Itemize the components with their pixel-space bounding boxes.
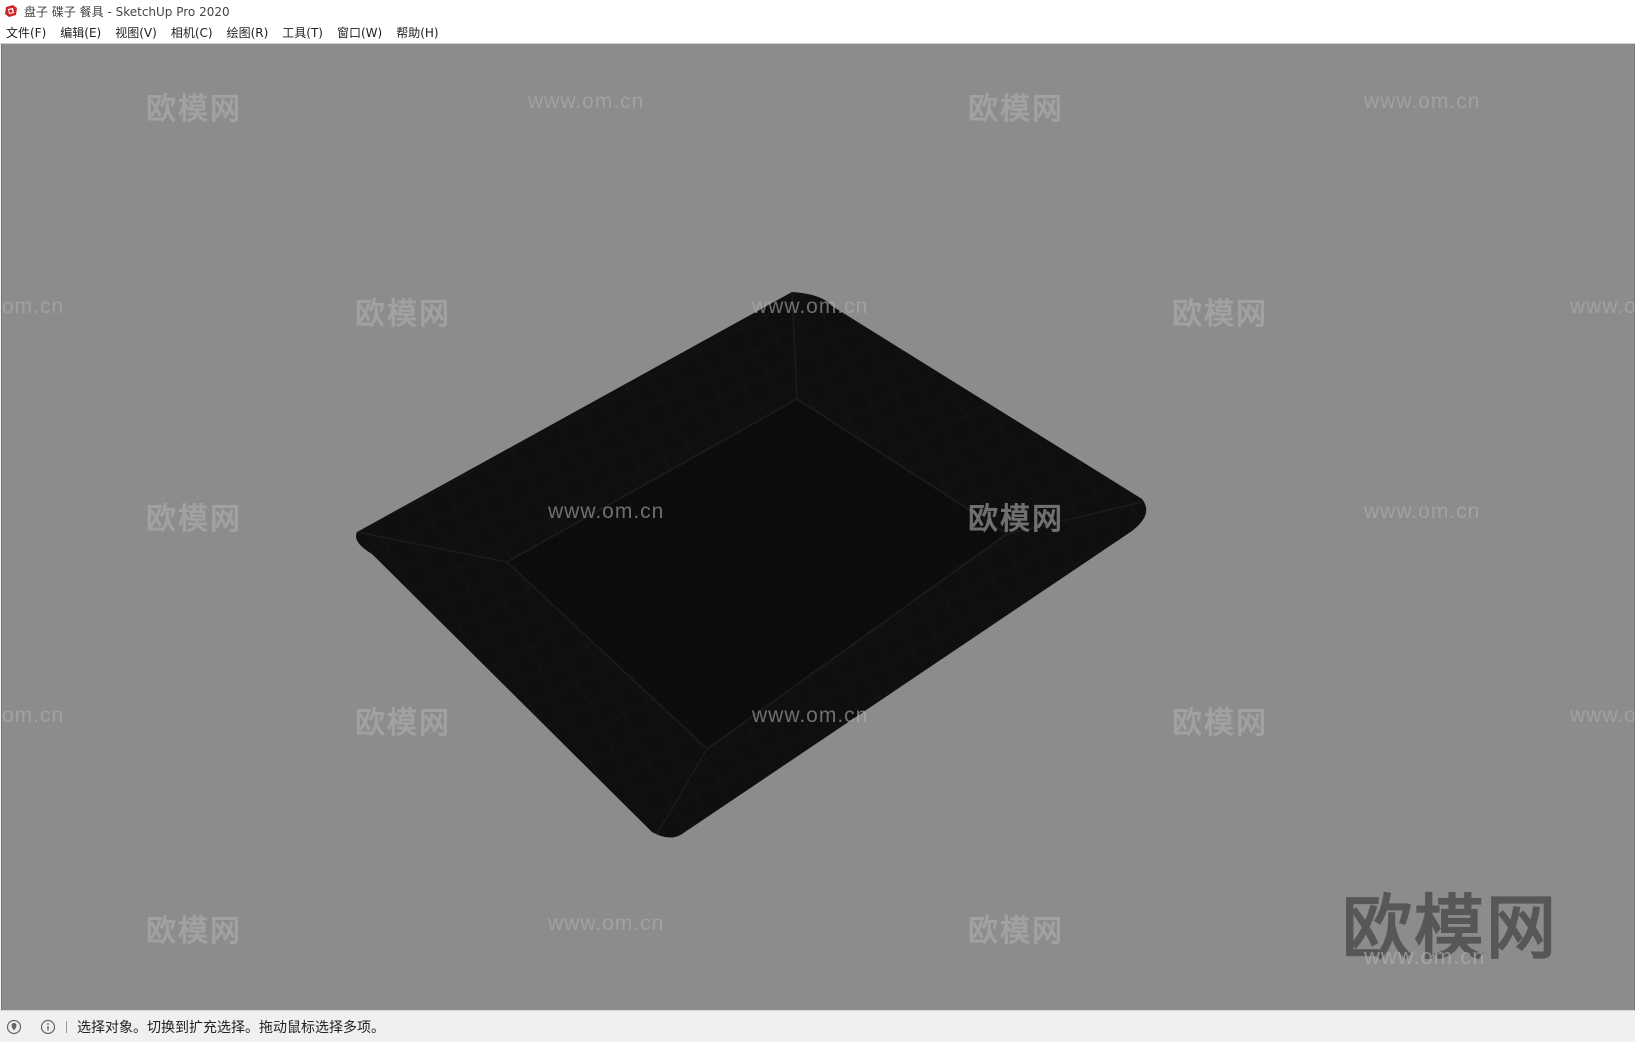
menu-camera[interactable]: 相机(C) [164,24,220,41]
status-separator [66,1021,67,1033]
menu-file[interactable]: 文件(F) [0,24,53,41]
info-icon[interactable] [40,1019,56,1035]
menu-window[interactable]: 窗口(W) [330,24,389,41]
window-title: 盘子 碟子 餐具 - SketchUp Pro 2020 [24,4,230,19]
menu-help[interactable]: 帮助(H) [389,24,445,41]
title-bar: 盘子 碟子 餐具 - SketchUp Pro 2020 [0,0,1635,22]
status-message: 选择对象。切换到扩充选择。拖动鼠标选择多项。 [77,1020,385,1036]
status-bar: 选择对象。切换到扩充选择。拖动鼠标选择多项。 [0,1010,1635,1042]
menu-draw[interactable]: 绘图(R) [220,24,276,41]
menu-bar: 文件(F) 编辑(E) 视图(V) 相机(C) 绘图(R) 工具(T) 窗口(W… [0,22,1635,44]
menu-tools[interactable]: 工具(T) [275,24,330,41]
sketchup-app-icon[interactable] [4,4,18,18]
modeling-viewport[interactable]: 欧模网 www.om.cn 欧模网 www.om.cn om.cn 欧模网 ww… [1,44,1635,1010]
sketchup-window: 盘子 碟子 餐具 - SketchUp Pro 2020 文件(F) 编辑(E)… [0,0,1635,1042]
menu-edit[interactable]: 编辑(E) [53,24,108,41]
geo-location-icon[interactable] [6,1019,22,1035]
tray-model[interactable] [2,44,1634,1010]
menu-view[interactable]: 视图(V) [108,24,164,41]
watermark-large-url: www.om.cn [1364,944,1486,969]
